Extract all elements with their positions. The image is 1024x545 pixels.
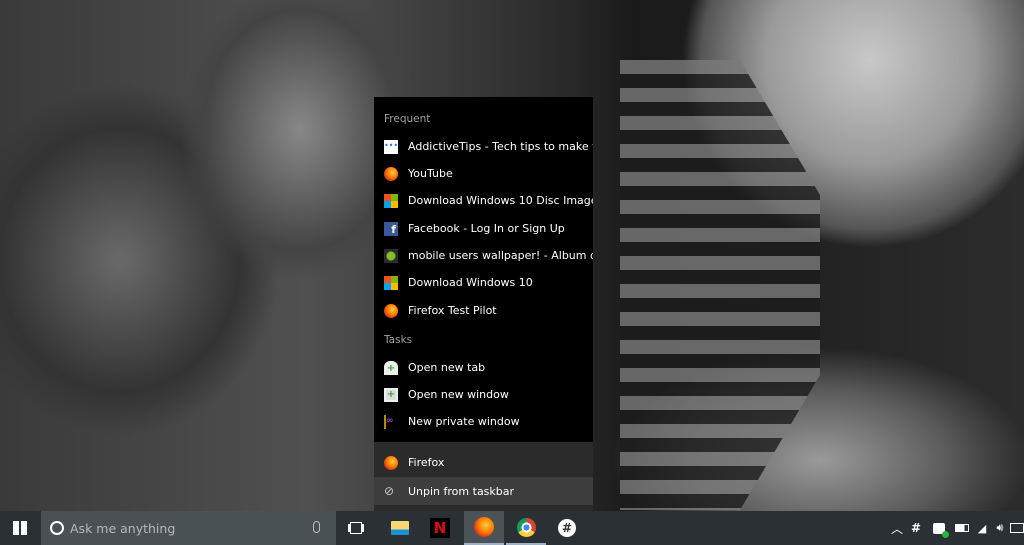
jump-list-menu: Frequent ••• AddictiveTips - Tech tips to…: [374, 97, 593, 511]
sync-ok-badge: [942, 530, 949, 538]
task-view-icon: [350, 522, 362, 534]
netflix-button[interactable]: N: [421, 511, 459, 545]
new-tab-icon: +: [384, 360, 398, 375]
firefox-icon: [384, 166, 398, 181]
new-window-icon: +: [384, 387, 398, 402]
speaker-icon: 🔊︎: [996, 521, 1004, 534]
slack-icon: #: [558, 519, 576, 537]
cortana-icon: [50, 521, 64, 535]
microsoft-icon: [384, 193, 398, 208]
private-window-icon: ∞: [384, 414, 398, 429]
dropbox-icon: [933, 522, 949, 538]
slack-tray-icon[interactable]: #: [907, 511, 925, 545]
folder-icon: [391, 521, 409, 535]
windows-icon: [13, 521, 27, 535]
frequent-item-facebook[interactable]: f Facebook - Log In or Sign Up: [374, 215, 593, 242]
frequent-item-imgur[interactable]: mobile users wallpaper! - Album on Im...: [374, 242, 593, 269]
keyboard-icon: [1010, 523, 1024, 533]
wallpaper-gear: [620, 60, 820, 510]
file-explorer-button[interactable]: [381, 511, 419, 545]
show-hidden-icons-button[interactable]: ︿: [888, 511, 906, 545]
taskbar: Ask me anything N # ︿ # ◢ 🔊︎: [0, 511, 1024, 545]
frequent-header: Frequent: [384, 113, 431, 125]
firefox-icon: [384, 455, 398, 470]
facebook-icon: f: [384, 221, 398, 236]
frequent-item-download-disc-image[interactable]: Download Windows 10 Disc Image (IS...: [374, 187, 593, 214]
frequent-item-test-pilot[interactable]: Firefox Test Pilot: [374, 297, 593, 324]
task-new-private-window[interactable]: ∞ New private window: [374, 408, 593, 435]
tasks-header: Tasks: [384, 334, 413, 346]
jump-list-footer: Firefox ⊘ Unpin from taskbar: [374, 442, 593, 511]
slack-taskbar-button[interactable]: #: [548, 511, 586, 545]
cortana-search-box[interactable]: Ask me anything: [41, 511, 336, 545]
frequent-item-addictivetips[interactable]: •••AddictiveTips - Tech tips to make you…: [374, 133, 593, 160]
unpin-from-taskbar-item[interactable]: ⊘ Unpin from taskbar: [374, 477, 593, 505]
search-placeholder: Ask me anything: [70, 520, 176, 536]
addictivetips-icon: •••: [384, 139, 398, 154]
firefox-icon: [474, 517, 494, 537]
task-open-new-window[interactable]: + Open new window: [374, 381, 593, 408]
netflix-icon: N: [430, 518, 450, 538]
battery-icon: [955, 524, 969, 532]
task-open-new-tab[interactable]: + Open new tab: [374, 354, 593, 381]
firefox-taskbar-button[interactable]: [464, 511, 504, 545]
frequent-item-youtube[interactable]: YouTube: [374, 160, 593, 187]
chevron-up-icon: ︿: [890, 521, 903, 536]
start-button[interactable]: [0, 511, 40, 545]
battery-tray-icon[interactable]: [952, 511, 972, 545]
frequent-item-download-windows-10[interactable]: Download Windows 10: [374, 269, 593, 296]
chrome-icon: [516, 517, 536, 537]
network-tray-icon[interactable]: ◢: [973, 511, 991, 545]
wifi-icon: ◢: [977, 521, 987, 535]
volume-tray-icon[interactable]: 🔊︎: [991, 511, 1009, 545]
open-firefox-item[interactable]: Firefox: [374, 449, 593, 476]
unpin-icon: ⊘: [384, 484, 395, 498]
task-view-button[interactable]: [340, 511, 372, 545]
dropbox-tray-icon[interactable]: [929, 511, 949, 545]
firefox-icon: [384, 303, 398, 318]
imgur-icon: [384, 248, 398, 263]
chrome-taskbar-button[interactable]: [506, 511, 546, 545]
slack-icon: #: [910, 521, 922, 535]
microphone-icon[interactable]: [313, 521, 320, 533]
touch-keyboard-button[interactable]: [1010, 511, 1024, 545]
microsoft-icon: [384, 275, 398, 290]
